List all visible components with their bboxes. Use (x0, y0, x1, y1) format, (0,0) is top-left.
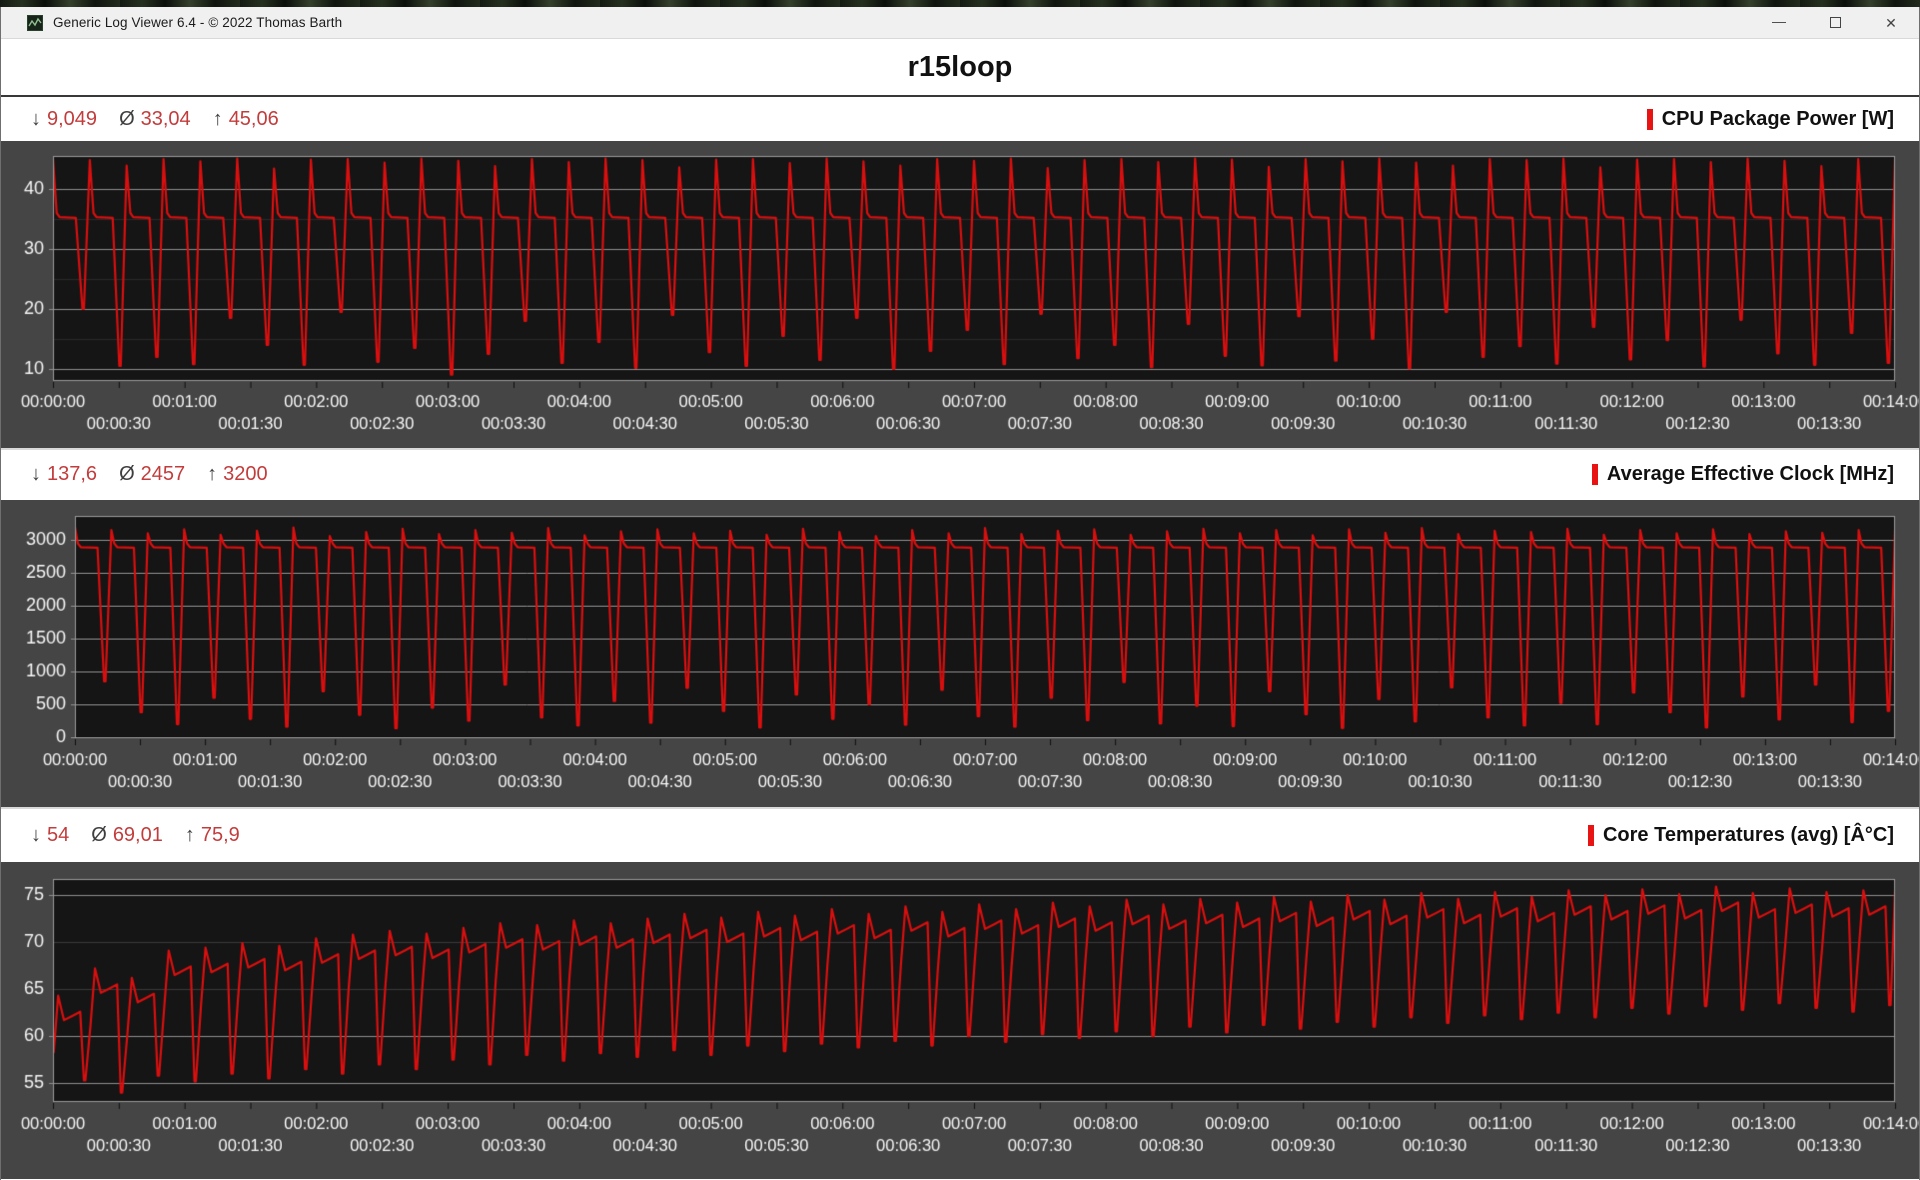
stat-avg: Ø 33,04 (119, 108, 191, 131)
legend-cpu-power: CPU Package Power [W] (1646, 107, 1894, 131)
core-temps-chart (1, 862, 1919, 1179)
stats-strip-cpu-power: ↓ 9,049 Ø 33,04 ↑ 45,06 CPU Package Powe… (1, 97, 1919, 141)
app-window: Generic Log Viewer 6.4 - © 2022 Thomas B… (0, 7, 1920, 1180)
stat-min: ↓ 54 (31, 824, 69, 847)
effective-clock-chart (1, 499, 1919, 808)
legend-label: CPU Package Power [W] (1661, 107, 1894, 130)
stat-avg: Ø 2457 (119, 463, 185, 486)
legend-label: Average Effective Clock [MHz] (1606, 463, 1894, 486)
avg-value: 69,01 (112, 824, 163, 847)
close-button[interactable]: ✕ (1863, 7, 1919, 38)
legend-core-temps: Core Temperatures (avg) [Â°C] (1587, 824, 1894, 847)
stats-effective-clock: ↓ 137,6 Ø 2457 ↑ 3200 (31, 463, 268, 486)
legend-effective-clock: Average Effective Clock [MHz] (1591, 463, 1894, 486)
stats-cpu-power: ↓ 9,049 Ø 33,04 ↑ 45,06 (31, 108, 279, 131)
max-value: 75,9 (200, 824, 240, 847)
min-arrow-icon: ↓ (31, 463, 41, 486)
avg-icon: Ø (119, 107, 135, 130)
window-controls: — ✕ (1751, 7, 1919, 38)
stat-max: ↑ 45,06 (213, 108, 279, 131)
max-value: 45,06 (228, 107, 279, 130)
max-arrow-icon: ↑ (207, 463, 218, 486)
max-value: 3200 (223, 463, 268, 486)
series-color-swatch (1646, 108, 1653, 130)
stat-max: ↑ 3200 (207, 463, 268, 486)
title-bar: Generic Log Viewer 6.4 - © 2022 Thomas B… (1, 7, 1919, 39)
series-color-swatch (1587, 825, 1594, 847)
min-value: 54 (47, 824, 70, 847)
stats-core-temps: ↓ 54 Ø 69,01 ↑ 75,9 (31, 824, 240, 847)
stats-strip-effective-clock: ↓ 137,6 Ø 2457 ↑ 3200 Average Effective … (1, 447, 1919, 500)
app-icon (27, 14, 43, 31)
maximize-button[interactable] (1807, 7, 1863, 38)
min-value: 137,6 (47, 463, 98, 486)
stats-strip-core-temps: ↓ 54 Ø 69,01 ↑ 75,9 Core Temperatures (a… (1, 807, 1919, 863)
stat-min: ↓ 137,6 (31, 463, 97, 486)
max-arrow-icon: ↑ (184, 824, 195, 847)
page-title: r15loop (907, 50, 1013, 83)
minimize-button[interactable]: — (1751, 7, 1807, 38)
avg-icon: Ø (91, 824, 107, 847)
window-title: Generic Log Viewer 6.4 - © 2022 Thomas B… (53, 15, 343, 30)
avg-value: 2457 (140, 463, 186, 486)
minimize-icon: — (1772, 12, 1786, 29)
stat-max: ↑ 75,9 (185, 824, 240, 847)
desktop-background-strip (0, 0, 1920, 7)
max-arrow-icon: ↑ (212, 107, 223, 130)
legend-label: Core Temperatures (avg) [Â°C] (1602, 824, 1894, 847)
avg-value: 33,04 (140, 107, 191, 130)
maximize-icon (1829, 17, 1841, 28)
avg-icon: Ø (119, 463, 135, 486)
stat-avg: Ø 69,01 (91, 824, 163, 847)
min-arrow-icon: ↓ (31, 824, 41, 847)
min-arrow-icon: ↓ (31, 107, 41, 130)
close-icon: ✕ (1885, 14, 1897, 31)
min-value: 9,049 (47, 107, 98, 130)
log-header: r15loop (1, 39, 1919, 97)
cpu-power-chart (1, 141, 1919, 448)
stat-min: ↓ 9,049 (31, 108, 97, 131)
series-color-swatch (1591, 464, 1598, 486)
